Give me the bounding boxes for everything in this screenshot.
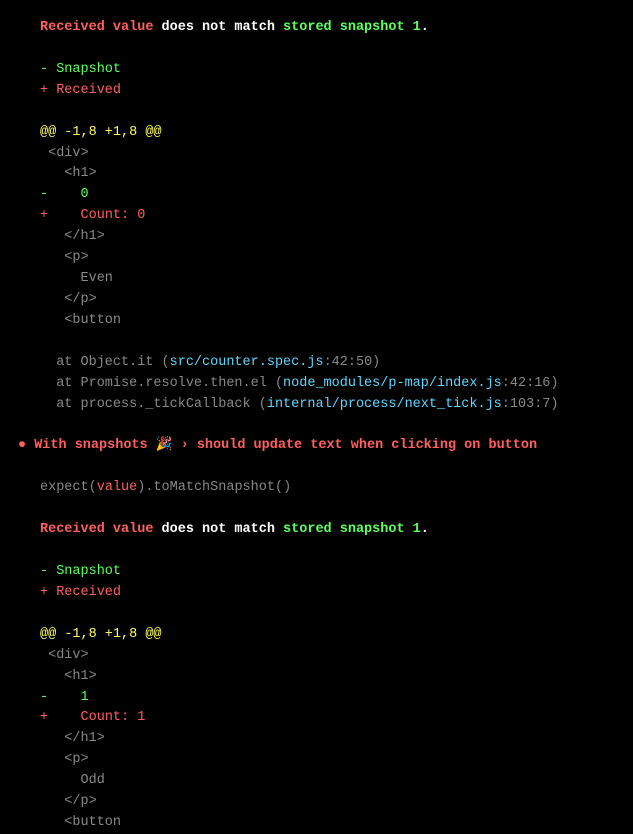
diff-context: </p> (40, 290, 613, 311)
stack-frame: at process._tickCallback (internal/proce… (40, 395, 613, 416)
blank-line (40, 332, 613, 353)
stored-snapshot-text: stored snapshot 1 (283, 522, 421, 537)
diff-context: <button (40, 813, 613, 834)
stack-frame: at Promise.resolve.then.el (node_modules… (40, 374, 613, 395)
received-value-text: Received value (40, 20, 153, 35)
expect-line: expect(value).toMatchSnapshot() (40, 478, 613, 499)
diff-removed: - 0 (40, 185, 613, 206)
mismatch-mid: does not match (153, 522, 283, 537)
diff-context: <div> (40, 646, 613, 667)
stored-snapshot-text: stored snapshot 1 (283, 20, 421, 35)
received-value-text: Received value (40, 522, 153, 537)
stack-file: internal/process/next_tick.js (267, 397, 502, 412)
blank-line (40, 416, 613, 437)
stack-file: node_modules/p-map/index.js (283, 376, 502, 391)
test-title: ● With snapshots 🎉 › should update text … (18, 436, 613, 457)
diff-context: </h1> (40, 729, 613, 750)
diff-context: <div> (40, 144, 613, 165)
diff-context: <button (40, 311, 613, 332)
mismatch-message: Received value does not match stored sna… (40, 18, 613, 39)
stack-frame: at Object.it (src/counter.spec.js:42:50) (40, 353, 613, 374)
test-title-text: With snapshots 🎉 › should update text wh… (34, 438, 537, 453)
diff-added: + Count: 0 (40, 206, 613, 227)
legend-snapshot: - Snapshot (40, 60, 613, 81)
blank-line (40, 39, 613, 60)
blank-line (40, 102, 613, 123)
diff-context: <p> (40, 750, 613, 771)
diff-context: <h1> (40, 164, 613, 185)
diff-context: </h1> (40, 227, 613, 248)
diff-hunk-header: @@ -1,8 +1,8 @@ (40, 123, 613, 144)
diff-context: <h1> (40, 667, 613, 688)
bullet-icon: ● (18, 438, 34, 453)
diff-hunk-header: @@ -1,8 +1,8 @@ (40, 625, 613, 646)
mismatch-message: Received value does not match stored sna… (40, 520, 613, 541)
legend-received: + Received (40, 81, 613, 102)
mismatch-mid: does not match (153, 20, 283, 35)
diff-added: + Count: 1 (40, 708, 613, 729)
legend-snapshot: - Snapshot (40, 562, 613, 583)
blank-line (40, 457, 613, 478)
diff-context: <p> (40, 248, 613, 269)
diff-context: Even (40, 269, 613, 290)
diff-context: Odd (40, 771, 613, 792)
diff-removed: - 1 (40, 688, 613, 709)
mismatch-dot: . (421, 522, 429, 537)
diff-context: </p> (40, 792, 613, 813)
stack-file: src/counter.spec.js (170, 355, 324, 370)
mismatch-dot: . (421, 20, 429, 35)
terminal-output: Received value does not match stored sna… (40, 18, 613, 834)
blank-line (40, 499, 613, 520)
legend-received: + Received (40, 583, 613, 604)
blank-line (40, 541, 613, 562)
blank-line (40, 604, 613, 625)
